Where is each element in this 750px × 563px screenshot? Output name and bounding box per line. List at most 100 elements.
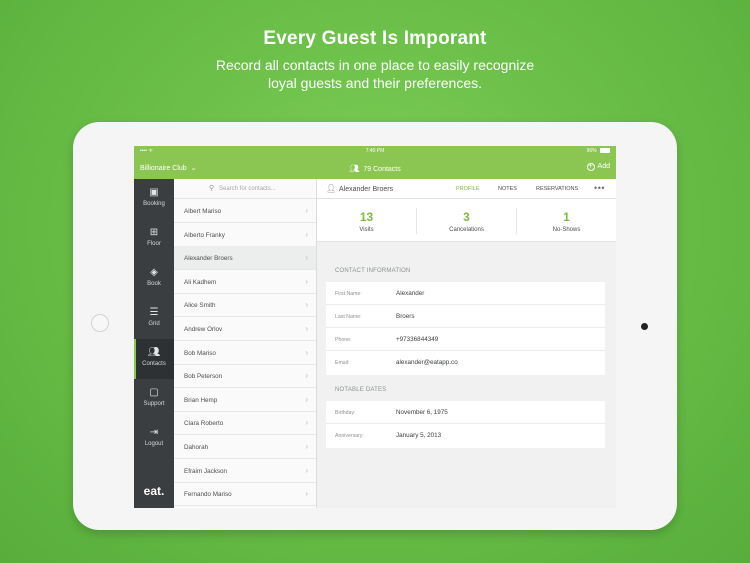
- battery-percent: 96%: [586, 148, 597, 154]
- detail-header: 👤︎ Alexander Broers PROFILE NOTES RESERV…: [317, 179, 616, 199]
- battery-indicator: 96%: [587, 148, 610, 154]
- field-label: First Name:: [335, 291, 362, 297]
- contact-list-item[interactable]: Albert Mariso ›: [174, 199, 316, 223]
- chevron-right-icon: ›: [305, 253, 308, 263]
- calendar-icon: ▣: [149, 187, 159, 198]
- stat-cancelations: 3 Cancelations: [417, 199, 516, 242]
- app-screen: •••• ᯤ 7:40 PM 96% Billionaire Club ⌄ 👥︎ 7…: [134, 146, 616, 508]
- sidebar-item-logout[interactable]: ⇥ Logout: [134, 419, 174, 459]
- sidebar-item-label: Booking: [143, 201, 165, 207]
- contact-list-item[interactable]: Efraim Jackson ›: [174, 459, 316, 483]
- sidebar-item-label: Floor: [147, 241, 161, 247]
- date-row-birthday[interactable]: Birthday: November 6, 1975: [326, 401, 605, 424]
- add-label: Add: [597, 163, 610, 170]
- contact-list-item-name: Clara Roberto: [184, 420, 224, 428]
- contacts-count: 👥︎ 79 Contacts: [134, 164, 616, 173]
- chevron-right-icon: ›: [305, 276, 308, 286]
- eat-logo: eat.: [143, 484, 165, 498]
- chevron-right-icon: ›: [305, 465, 308, 475]
- battery-icon: [600, 148, 610, 154]
- chevron-right-icon: ›: [305, 418, 308, 428]
- info-row-first-name[interactable]: First Name: Alexander: [326, 282, 605, 305]
- contact-list-item[interactable]: Fernando Mariso ›: [174, 482, 316, 507]
- logout-icon: ⇥: [149, 427, 159, 438]
- sidebar-item-support[interactable]: ▢ Support: [134, 379, 174, 419]
- date-row-anniversary[interactable]: Anniversary: January 5, 2013: [326, 424, 605, 447]
- chat-bubble-icon: ▢: [149, 387, 159, 398]
- contact-list-item-name: Fernando Mariso: [184, 491, 232, 499]
- sidebar-item-book[interactable]: ◈ Book: [134, 259, 174, 299]
- search-icon: ⚲: [209, 185, 215, 192]
- field-value: November 6, 1975: [396, 409, 448, 416]
- chevron-right-icon: ›: [305, 324, 308, 333]
- chevron-right-icon: ›: [305, 229, 308, 239]
- marketing-subline-line-2: loyal guests and their preferences.: [267, 75, 482, 91]
- field-value: Broers: [396, 313, 415, 320]
- stat-value: 1: [563, 210, 570, 224]
- grid-squares-icon: ⊞: [149, 227, 159, 238]
- contact-list-item[interactable]: Alexander Broers ›: [174, 246, 316, 271]
- contact-list-item[interactable]: Bob Peterson ›: [174, 364, 316, 389]
- chevron-right-icon: ›: [305, 394, 308, 404]
- tab-reservations[interactable]: RESERVATIONS: [536, 186, 578, 192]
- field-label: Phone:: [335, 337, 352, 343]
- add-contact-button[interactable]: + Add: [586, 163, 610, 171]
- notable-dates-card: Birthday: November 6, 1975 Anniversary: …: [326, 401, 605, 448]
- status-bar: •••• ᯤ 7:40 PM 96%: [134, 146, 616, 156]
- contacts-count-label: 79 Contacts: [363, 166, 401, 173]
- field-value: January 5, 2013: [396, 432, 442, 439]
- book-icon: ◈: [150, 267, 158, 278]
- stats-panel: 13 Visits 3 Cancelations 1 No-Shows: [317, 199, 616, 242]
- contact-list-item[interactable]: Brian Hemp ›: [174, 388, 316, 412]
- search-bar[interactable]: ⚲ Search for contacts...: [174, 179, 316, 199]
- app-header: Billionaire Club ⌄ 👥︎ 79 Contacts + Add: [134, 156, 616, 179]
- contact-list-item[interactable]: Dahorah ›: [174, 435, 316, 459]
- contact-list-item-name: Albert Mariso: [184, 208, 222, 215]
- contact-list-item-name: Brian Hemp: [184, 396, 218, 404]
- stat-label: Cancelations: [449, 227, 484, 233]
- stat-label: No-Shows: [552, 227, 581, 233]
- contact-list-item-name: Alberto Franky: [184, 231, 225, 239]
- contact-list-item-name: Alexander Broers: [184, 255, 233, 263]
- battery-fill: [601, 149, 609, 153]
- contact-list-item[interactable]: Clara Roberto ›: [174, 411, 316, 436]
- field-value: alexander@eatapp.co: [396, 359, 458, 366]
- sidebar-item-floor[interactable]: ⊞ Floor: [134, 219, 174, 259]
- people-icon: 👥︎: [147, 347, 161, 358]
- info-row-email[interactable]: Email: alexander@eatapp.co: [326, 351, 605, 374]
- notable-dates-title: NOTABLE DATES: [335, 387, 387, 393]
- sidebar-item-contacts[interactable]: 👥︎ Contacts: [134, 339, 174, 379]
- sidebar-item-label: Book: [147, 281, 161, 287]
- chevron-right-icon: ›: [305, 206, 308, 215]
- contact-list-item[interactable]: Alberto Franky ›: [174, 223, 316, 247]
- field-label: Birthday:: [335, 410, 356, 416]
- contact-list-item[interactable]: Bob Mariso ›: [174, 341, 316, 365]
- more-options-icon[interactable]: •••: [594, 183, 605, 193]
- contact-list-item[interactable]: Andrew Orlov ›: [174, 317, 316, 341]
- search-input[interactable]: Search for contacts...: [219, 186, 276, 192]
- tablet-home-button[interactable]: [91, 314, 109, 332]
- sidebar-item-grid[interactable]: ☰ Grid: [134, 299, 174, 339]
- stat-value: 3: [463, 210, 470, 224]
- tab-notes[interactable]: NOTES: [498, 186, 517, 192]
- sidebar-item-booking[interactable]: ▣ Booking: [134, 179, 174, 219]
- contact-list-item[interactable]: Ali Kadhem ›: [174, 270, 316, 294]
- stat-value: 13: [359, 210, 374, 224]
- stat-visits: 13 Visits: [317, 199, 416, 242]
- contact-list-item-name: Andrew Orlov: [184, 326, 223, 333]
- field-label: Last Name:: [335, 314, 362, 320]
- plus-icon: +: [586, 163, 595, 171]
- field-label: Anniversary:: [335, 433, 364, 439]
- field-label: Email:: [335, 360, 350, 366]
- sidebar-item-label: Logout: [144, 441, 164, 447]
- info-row-last-name[interactable]: Last Name: Broers: [326, 305, 605, 328]
- contact-list-item[interactable]: Alice Smith ›: [174, 293, 316, 318]
- sidebar-item-label: Contacts: [142, 361, 166, 367]
- contact-name: Alexander Broers: [339, 186, 394, 193]
- contact-info-title: CONTACT INFORMATION: [335, 268, 411, 274]
- sidebar: ▣ Booking ⊞ Floor ◈ Book ☰ Grid 👥︎ Conta…: [134, 179, 174, 508]
- field-value: +97336844349: [396, 336, 439, 343]
- info-row-phone[interactable]: Phone: +97336844349: [326, 328, 605, 351]
- tab-profile[interactable]: PROFILE: [456, 186, 480, 192]
- contact-list-item-name: Bob Peterson: [184, 373, 223, 381]
